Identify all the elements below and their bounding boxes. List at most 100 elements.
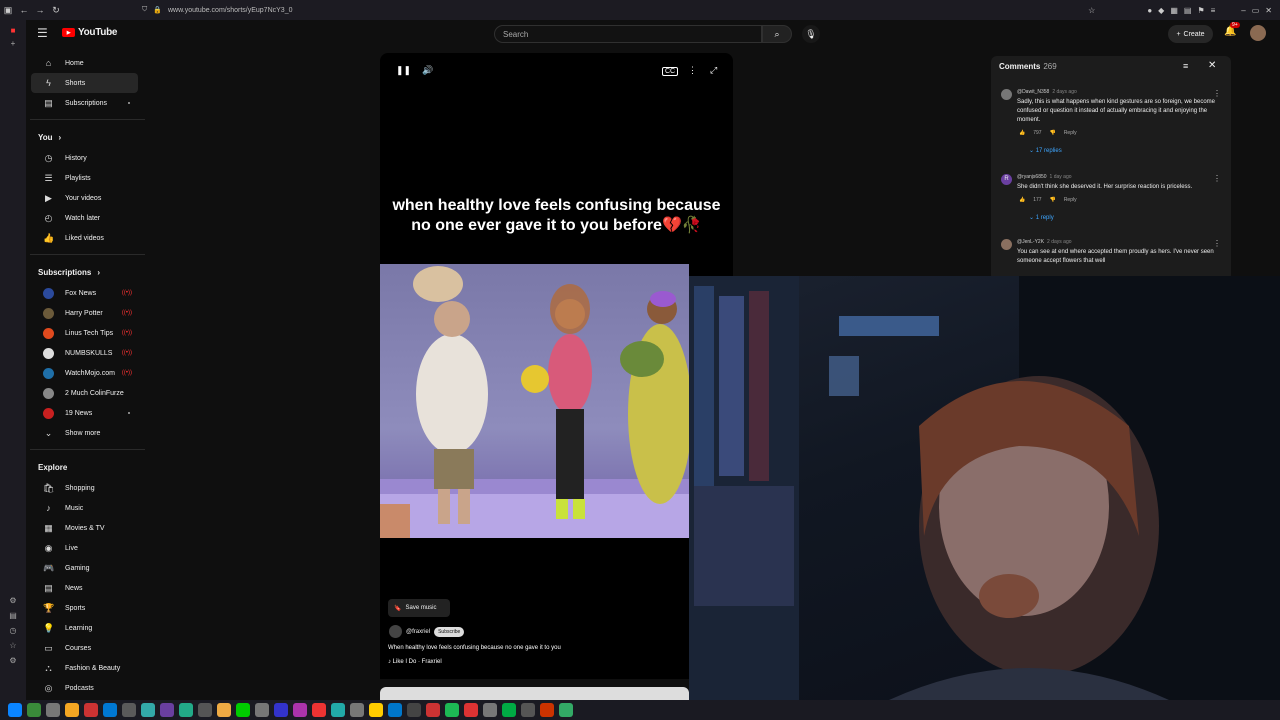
forward-icon[interactable]: →: [32, 5, 48, 15]
more-options-icon[interactable]: ⋮: [1213, 239, 1221, 248]
comment-author[interactable]: @Dawit_N358 2 days ago: [1017, 89, 1077, 95]
settings-icon[interactable]: ⚙: [0, 596, 26, 605]
close-window-icon[interactable]: ✕: [1265, 6, 1272, 15]
sidebar-item-home[interactable]: ⌂ Home: [31, 53, 138, 73]
maximize-icon[interactable]: ▭: [1252, 6, 1260, 15]
sidebar-item-watch-later[interactable]: ◴ Watch later: [31, 208, 138, 228]
sidebar-item-sports[interactable]: 🏆 Sports: [31, 598, 138, 618]
taskbar-app-icon[interactable]: [179, 703, 193, 717]
sidebar-item-watchmojo-com[interactable]: WatchMojo.com ((•)): [31, 363, 138, 383]
taskbar-app-icon[interactable]: [141, 703, 155, 717]
commenter-avatar[interactable]: R: [1001, 174, 1012, 185]
save-music-button[interactable]: 🔖 Save music: [388, 599, 450, 617]
taskbar-app-icon[interactable]: [502, 703, 516, 717]
more-options-icon[interactable]: ⋮: [1213, 89, 1221, 98]
commenter-avatar[interactable]: [1001, 89, 1012, 100]
create-button[interactable]: + Create: [1168, 25, 1213, 43]
taskbar-app-icon[interactable]: [217, 703, 231, 717]
sidebar-item-numbskulls[interactable]: NUMBSKULLS ((•)): [31, 343, 138, 363]
taskbar-app-icon[interactable]: [198, 703, 212, 717]
sidebar-item-learning[interactable]: 💡 Learning: [31, 618, 138, 638]
commenter-avatar[interactable]: [1001, 239, 1012, 250]
search-input[interactable]: Search: [494, 25, 762, 43]
taskbar-app-icon[interactable]: [122, 703, 136, 717]
back-icon[interactable]: ←: [16, 5, 32, 15]
sidebar-item-shorts[interactable]: ϟ Shorts: [31, 73, 138, 93]
sidebar-toggle-icon[interactable]: ▣: [0, 5, 16, 16]
sidebar-item-courses[interactable]: ▭ Courses: [31, 638, 138, 658]
extension-icon[interactable]: ◆: [1158, 6, 1164, 15]
channel-avatar[interactable]: [389, 625, 402, 638]
view-replies-button[interactable]: ⌄ 1 reply: [1029, 214, 1054, 221]
taskbar-app-icon[interactable]: [27, 703, 41, 717]
taskbar-app-icon[interactable]: [521, 703, 535, 717]
avatar[interactable]: [1250, 25, 1266, 41]
extension-icon[interactable]: ⚑: [1197, 6, 1204, 15]
sidebar-item-movies-tv[interactable]: ▦ Movies & TV: [31, 518, 138, 538]
sidebar-item-fox-news[interactable]: Fox News ((•)): [31, 283, 138, 303]
sidebar-item-19-news[interactable]: 19 News: [31, 403, 138, 423]
close-icon[interactable]: ✕: [1208, 60, 1216, 71]
menu-icon[interactable]: ≡: [1211, 6, 1216, 15]
more-options-icon[interactable]: ⋮: [1213, 174, 1221, 183]
taskbar-app-icon[interactable]: [255, 703, 269, 717]
taskbar-app-icon[interactable]: [46, 703, 60, 717]
taskbar-app-icon[interactable]: [312, 703, 326, 717]
subscribe-button[interactable]: Subscribe: [434, 626, 465, 637]
taskbar-app-icon[interactable]: [559, 703, 573, 717]
sidebar-item-playlists[interactable]: ☰ Playlists: [31, 168, 138, 188]
reply-button[interactable]: Reply: [1064, 197, 1077, 203]
taskbar-app-icon[interactable]: [369, 703, 383, 717]
shorts-player[interactable]: ❚❚ 🔊 CC ⋮ ⤢ when healthy love feels conf…: [380, 53, 733, 679]
taskbar-app-icon[interactable]: [407, 703, 421, 717]
sidebar-item-shopping[interactable]: 🛍 Shopping: [31, 478, 138, 498]
taskbar-app-icon[interactable]: [293, 703, 307, 717]
youtube-logo[interactable]: ▶ YouTube: [62, 27, 118, 38]
taskbar-app-icon[interactable]: [350, 703, 364, 717]
sidebar-item-gaming[interactable]: 🎮 Gaming: [31, 558, 138, 578]
taskbar-app-icon[interactable]: [103, 703, 117, 717]
sidebar-item-linus-tech-tips[interactable]: Linus Tech Tips ((•)): [31, 323, 138, 343]
volume-icon[interactable]: 🔊: [422, 65, 433, 76]
minimize-icon[interactable]: –: [1241, 6, 1245, 15]
sidebar-item-music[interactable]: ♪ Music: [31, 498, 138, 518]
sidebar-item-subscriptions[interactable]: ▤ Subscriptions: [31, 93, 138, 113]
sidebar-item-fashion-beauty[interactable]: ⛬ Fashion & Beauty: [31, 658, 138, 678]
sidebar-item-history[interactable]: ◷ History: [31, 148, 138, 168]
comment-author[interactable]: @JenL-Y2K 2 days ago: [1017, 239, 1072, 245]
reply-button[interactable]: Reply: [1064, 130, 1077, 136]
fullscreen-icon[interactable]: ⤢: [710, 65, 717, 76]
dislike-icon[interactable]: 👎: [1050, 130, 1056, 136]
next-short-preview[interactable]: [380, 687, 689, 700]
taskbar-app-icon[interactable]: [540, 703, 554, 717]
taskbar-app-icon[interactable]: [65, 703, 79, 717]
video-music[interactable]: ♪ Like I Do · Fraxriel: [388, 659, 442, 665]
taskbar-app-icon[interactable]: [426, 703, 440, 717]
sidebar-item-2-much-colinfurze[interactable]: 2 Much ColinFurze: [31, 383, 138, 403]
taskbar-app-icon[interactable]: [445, 703, 459, 717]
history-icon[interactable]: ◷: [0, 626, 26, 635]
sidebar-section-you[interactable]: You ›: [26, 126, 146, 148]
more-options-icon[interactable]: ⋮: [688, 65, 697, 76]
hamburger-menu-icon[interactable]: ☰: [37, 26, 48, 40]
taskbar-app-icon[interactable]: [236, 703, 250, 717]
pause-icon[interactable]: ❚❚: [396, 65, 411, 76]
extension-icon[interactable]: ▤: [1184, 6, 1192, 15]
sidebar-item-liked-videos[interactable]: 👍 Liked videos: [31, 228, 138, 248]
sidebar-item-news[interactable]: ▤ News: [31, 578, 138, 598]
start-menu-icon[interactable]: [8, 703, 22, 717]
taskbar-app-icon[interactable]: [388, 703, 402, 717]
sidebar-section-subscriptions[interactable]: Subscriptions ›: [26, 261, 146, 283]
comment-author[interactable]: @ryanjs6850 1 day ago: [1017, 174, 1072, 180]
notifications-button[interactable]: 🔔 9+: [1224, 22, 1240, 37]
taskbar-app-icon[interactable]: [274, 703, 288, 717]
extension-icon[interactable]: ●: [1147, 6, 1152, 15]
captions-icon[interactable]: CC: [662, 67, 679, 76]
reload-icon[interactable]: ↻: [48, 5, 64, 16]
bookmark-icon[interactable]: ▤: [0, 611, 26, 620]
sidebar-item-podcasts[interactable]: ◎ Podcasts: [31, 678, 138, 698]
search-button[interactable]: ⌕: [762, 25, 792, 43]
channel-name[interactable]: @fraxriel: [406, 629, 430, 635]
app-icon[interactable]: ■: [0, 26, 26, 35]
sidebar-item-harry-potter[interactable]: Harry Potter ((•)): [31, 303, 138, 323]
